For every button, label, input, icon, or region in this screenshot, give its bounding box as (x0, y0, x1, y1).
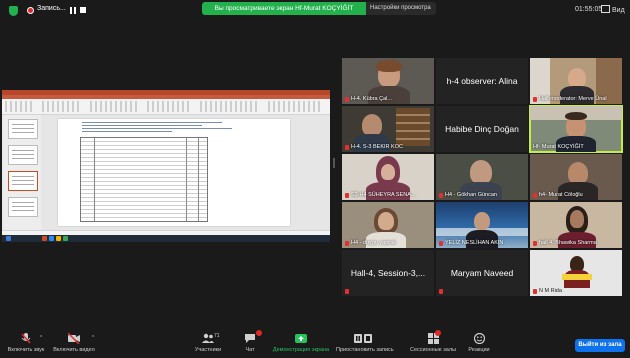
participant-tile[interactable]: H-4. Kübra Çal... (342, 58, 434, 104)
participant-name: H4 - Gökhan Güncan (439, 192, 497, 198)
ppt-ribbon (2, 99, 330, 115)
muted-mic-icon (533, 288, 537, 294)
meeting-toolbar: Включить звук ^ Включить видео ^ 71 Учас… (0, 328, 630, 358)
participant-tile[interactable]: Maryam Naveed (436, 250, 528, 296)
mic-options-caret-icon[interactable]: ^ (40, 335, 42, 341)
view-button[interactable]: Вид (601, 5, 625, 14)
participant-name: Hall-moderator: Merve Ünal (533, 96, 607, 102)
notification-badge (435, 330, 441, 336)
muted-mic-icon (345, 289, 349, 294)
participant-name: Hall-4, Session-3,... (350, 268, 426, 278)
participant-name: YELİZ NESLİHAN AKIN (439, 240, 503, 246)
participants-count: 71 (214, 333, 220, 339)
share-screen-icon (272, 333, 330, 344)
muted-mic-icon (345, 96, 349, 102)
participant-name: h-4 observer: Alina (446, 76, 518, 86)
panel-splitter[interactable] (333, 158, 335, 168)
participant-name: hall 4. Bhawika Sharma (533, 240, 597, 246)
participant-name: H-4. Kübra Çal... (345, 96, 392, 102)
participant-name: Habibe Dinç Doğan (445, 124, 519, 134)
participant-tile[interactable]: H4 - Gökhan Güncan (436, 154, 528, 200)
participant-tile[interactable]: Hall-4, Session-3,... (342, 250, 434, 296)
participants-icon: 71 (190, 333, 226, 344)
muted-mic-icon (439, 240, 443, 246)
participant-tile[interactable]: YELİZ NESLİHAN AKIN (436, 202, 528, 248)
participant-tile[interactable]: H4 - duygu yaprak (342, 202, 434, 248)
muted-mic-icon (533, 240, 537, 246)
participant-name: N M Rida (533, 288, 562, 294)
muted-mic-icon (533, 96, 537, 102)
breakout-rooms-button[interactable]: Сессионные залы (408, 330, 458, 353)
breakout-rooms-icon (408, 330, 458, 344)
video-options-caret-icon[interactable]: ^ (92, 335, 94, 341)
top-bar: Запись... Вы просматриваете экран Hf-Mur… (0, 0, 630, 22)
smile-icon (464, 332, 494, 345)
record-icon (27, 7, 34, 14)
muted-mic-icon (345, 240, 349, 246)
leave-room-button[interactable]: Выйти из зала (575, 339, 625, 352)
windows-taskbar (2, 235, 330, 242)
participant-tile[interactable]: h4- Murat Cöloğlu (530, 154, 622, 200)
participant-tile[interactable]: H-4. S-3 BEKIR KOC (342, 106, 434, 152)
stop-recording-icon[interactable] (80, 7, 86, 13)
pause-recording-icon[interactable] (70, 7, 76, 14)
muted-mic-icon (345, 144, 349, 150)
pause-recording-button[interactable]: Приостановить запись (336, 333, 394, 353)
view-options-dropdown[interactable]: Настройки просмотра (366, 2, 436, 15)
participant-name: h4- Murat Cöloğlu (533, 192, 583, 198)
participant-tile[interactable]: Hall-moderator: Merve Ünal (530, 58, 622, 104)
participant-tile[interactable]: hall 4. Bhawika Sharma (530, 202, 622, 248)
share-banner: Вы просматриваете экран Hf-Murat KOÇYİĞİ… (202, 2, 366, 15)
shared-screen (2, 90, 330, 242)
participant-name: H-4. S-3 BEKIR KOC (345, 144, 403, 150)
participant-name: Hf- Murat KOÇYİĞİT (533, 144, 584, 150)
muted-mic-icon (439, 289, 443, 294)
participant-tile[interactable]: h-4 observer: Alina (436, 58, 528, 104)
chat-button[interactable]: Чат (240, 330, 262, 353)
meeting-timer: 01:55:05 (575, 6, 603, 13)
reactions-button[interactable]: Реакции (464, 332, 494, 353)
participant-tile[interactable]: S3-H4 SÜHEYRA SENA... (342, 154, 434, 200)
participant-name: H4 - duygu yaprak (345, 240, 396, 246)
participant-tile[interactable]: Habibe Dinç Doğan (436, 106, 528, 152)
participants-button[interactable]: 71 Участники (190, 333, 226, 353)
participant-tile[interactable]: N M Rida (530, 250, 622, 296)
notification-badge (256, 330, 262, 336)
ppt-workspace (2, 115, 330, 230)
participant-tile-active-speaker[interactable]: Hf- Murat KOÇYİĞİT (529, 105, 623, 153)
share-screen-button[interactable]: Демонстрация экрана (272, 333, 330, 353)
video-off-icon (50, 332, 98, 345)
current-slide (58, 119, 290, 226)
recording-label: Запись... (37, 5, 66, 12)
start-video-button[interactable]: Включить видео (50, 332, 98, 353)
muted-mic-icon (533, 192, 537, 198)
participant-name: S3-H4 SÜHEYRA SENA... (345, 192, 416, 198)
shield-icon[interactable] (9, 6, 18, 16)
muted-mic-icon (345, 192, 349, 198)
pause-stop-icon (336, 333, 390, 344)
slide-thumbnails (3, 115, 41, 230)
participant-name: Maryam Naveed (450, 268, 514, 278)
chat-icon (240, 330, 262, 344)
muted-mic-icon (439, 192, 443, 198)
